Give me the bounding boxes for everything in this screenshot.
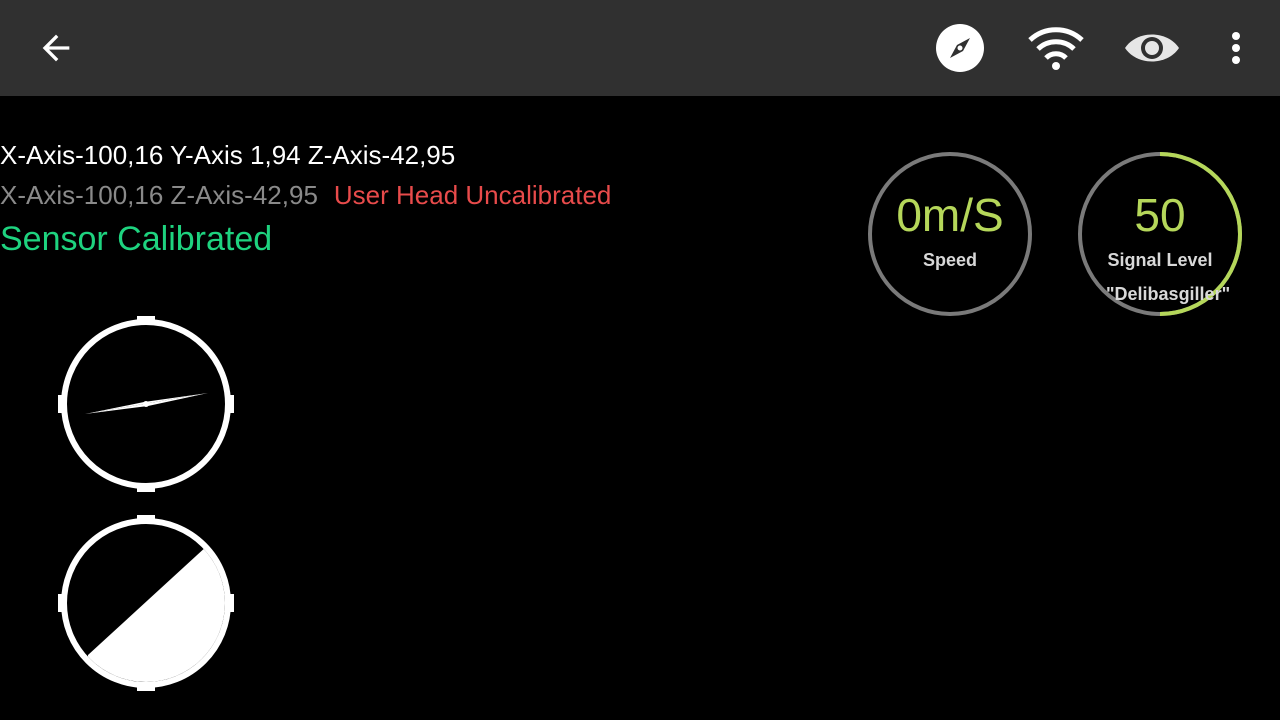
more-options-button[interactable]	[1208, 0, 1264, 96]
sensor-status-label: Sensor Calibrated	[0, 220, 273, 258]
app-bar	[0, 0, 1280, 96]
back-arrow-icon	[42, 34, 70, 62]
axis-readout-secondary: X-Axis-100,16 Z-Axis-42,95 User Head Unca…	[0, 180, 611, 211]
level-dial	[58, 515, 234, 691]
more-vert-icon	[1232, 32, 1240, 64]
compass-icon	[936, 24, 984, 72]
speed-label: Speed	[922, 250, 978, 270]
wifi-icon	[1028, 27, 1084, 70]
compass-button[interactable]	[920, 0, 1000, 96]
eye-icon	[1125, 34, 1179, 62]
signal-gauge: 50 Signal Level "Delibasgiller"	[1076, 150, 1244, 318]
signal-value: 50	[1134, 189, 1186, 241]
wifi-button[interactable]	[1016, 0, 1096, 96]
back-button[interactable]	[16, 0, 96, 96]
speed-gauge: 0m/S Speed	[866, 150, 1034, 318]
axis-readout-full: X-Axis-100,16 Y-Axis 1,94 Z-Axis-42,95	[0, 140, 456, 170]
signal-label: Signal Level	[1107, 250, 1213, 270]
speed-value: 0m/S	[896, 189, 1004, 241]
compass-dial	[58, 316, 234, 492]
eye-button[interactable]	[1112, 0, 1192, 96]
axis-readout-xz: X-Axis-100,16 Z-Axis-42,95	[0, 180, 318, 210]
head-status-label: User Head Uncalibrated	[333, 180, 612, 210]
network-name: "Delibasgiller"	[1106, 284, 1231, 304]
